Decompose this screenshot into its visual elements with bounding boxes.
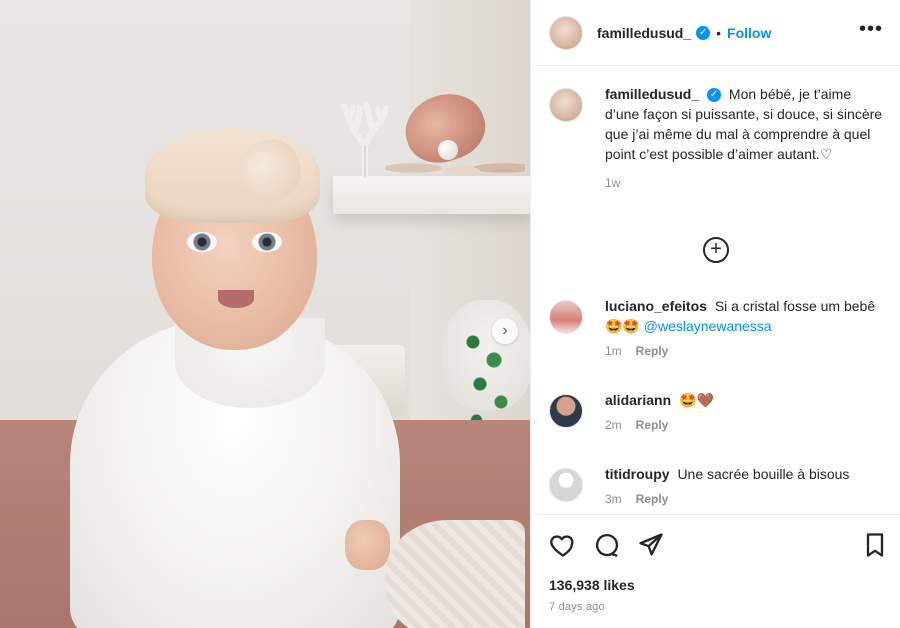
wall-shelf (333, 176, 530, 214)
comment-body: Une sacrée bouille à bisous (677, 466, 850, 482)
post-footer: 136,938 likes 7 days ago (531, 514, 900, 628)
likes-count[interactable]: 136,938 likes (549, 577, 635, 593)
plus-circle-icon[interactable]: + (703, 237, 729, 263)
load-more-symbol: + (710, 237, 722, 260)
comment-meta: 2m Reply (605, 418, 889, 432)
reply-button[interactable]: Reply (636, 344, 669, 358)
comment-age: 2m (605, 418, 622, 432)
post-side-panel: familledusud_ ✓ • Follow ••• familledusu… (530, 0, 900, 628)
caption-meta: 1w (605, 176, 889, 190)
comment-icon[interactable] (593, 531, 621, 559)
comment-mention[interactable]: @weslaynewanessa (644, 318, 772, 334)
author-avatar[interactable] (549, 15, 583, 50)
comment-meta: 3m Reply (605, 492, 889, 506)
baby-hand (345, 520, 390, 570)
caption-age: 1w (605, 176, 621, 190)
small-shells-decoration (385, 150, 525, 180)
action-bar (549, 531, 889, 559)
verified-badge-icon: ✓ (707, 88, 722, 103)
commenter-username[interactable]: titidroupy (605, 466, 670, 482)
reply-button[interactable]: Reply (636, 418, 669, 432)
comment-row: luciano_efeitos Si a cristal fosse um be… (549, 296, 889, 358)
commenter-username[interactable]: luciano_efeitos (605, 298, 707, 314)
share-icon[interactable] (637, 531, 665, 559)
caption-text: familledusud_ ✓ Mon bébé, je t’aime d’un… (605, 84, 889, 164)
comment-body: 🤩🤎 (679, 392, 714, 408)
post-timestamp: 7 days ago (549, 601, 605, 613)
follow-button[interactable]: Follow (727, 25, 771, 41)
comment-text: alidariann 🤩🤎 (605, 390, 889, 410)
comments-section[interactable]: familledusud_ ✓ Mon bébé, je t’aime d’un… (531, 66, 900, 514)
baby-eye-left (187, 232, 217, 252)
baby-leg (385, 520, 525, 628)
heart-icon[interactable] (549, 531, 577, 559)
commenter-username[interactable]: alidariann (605, 392, 671, 408)
comment-age: 1m (605, 344, 622, 358)
baby-eye-right (252, 232, 282, 252)
chevron-right-icon: › (502, 322, 508, 339)
post-image: › (0, 0, 530, 628)
comment-row: titidroupy Une sacrée bouille à bisous 3… (549, 464, 889, 506)
comment-row: alidariann 🤩🤎 2m Reply (549, 390, 889, 432)
caption-avatar[interactable] (549, 88, 583, 122)
commenter-avatar[interactable] (549, 394, 583, 428)
comment-meta: 1m Reply (605, 344, 889, 358)
more-options-icon[interactable]: ••• (859, 18, 883, 41)
verified-badge-icon: ✓ (696, 25, 711, 40)
separator-dot: • (716, 24, 722, 41)
reply-button[interactable]: Reply (636, 492, 669, 506)
commenter-avatar[interactable] (549, 468, 583, 502)
caption-username[interactable]: familledusud_ (605, 86, 699, 102)
baby-mouth (218, 290, 254, 308)
coral-decoration (341, 101, 389, 178)
bookmark-icon[interactable] (861, 531, 889, 559)
author-username[interactable]: familledusud_ (597, 25, 691, 41)
carousel-next-button[interactable]: › (492, 318, 518, 344)
commenter-avatar[interactable] (549, 300, 583, 334)
comment-age: 3m (605, 492, 622, 506)
post-header: familledusud_ ✓ • Follow ••• (531, 0, 900, 66)
caption-row: familledusud_ ✓ Mon bébé, je t’aime d’un… (549, 84, 889, 190)
comment-text: luciano_efeitos Si a cristal fosse um be… (605, 296, 889, 336)
comment-text: titidroupy Une sacrée bouille à bisous (605, 464, 889, 484)
